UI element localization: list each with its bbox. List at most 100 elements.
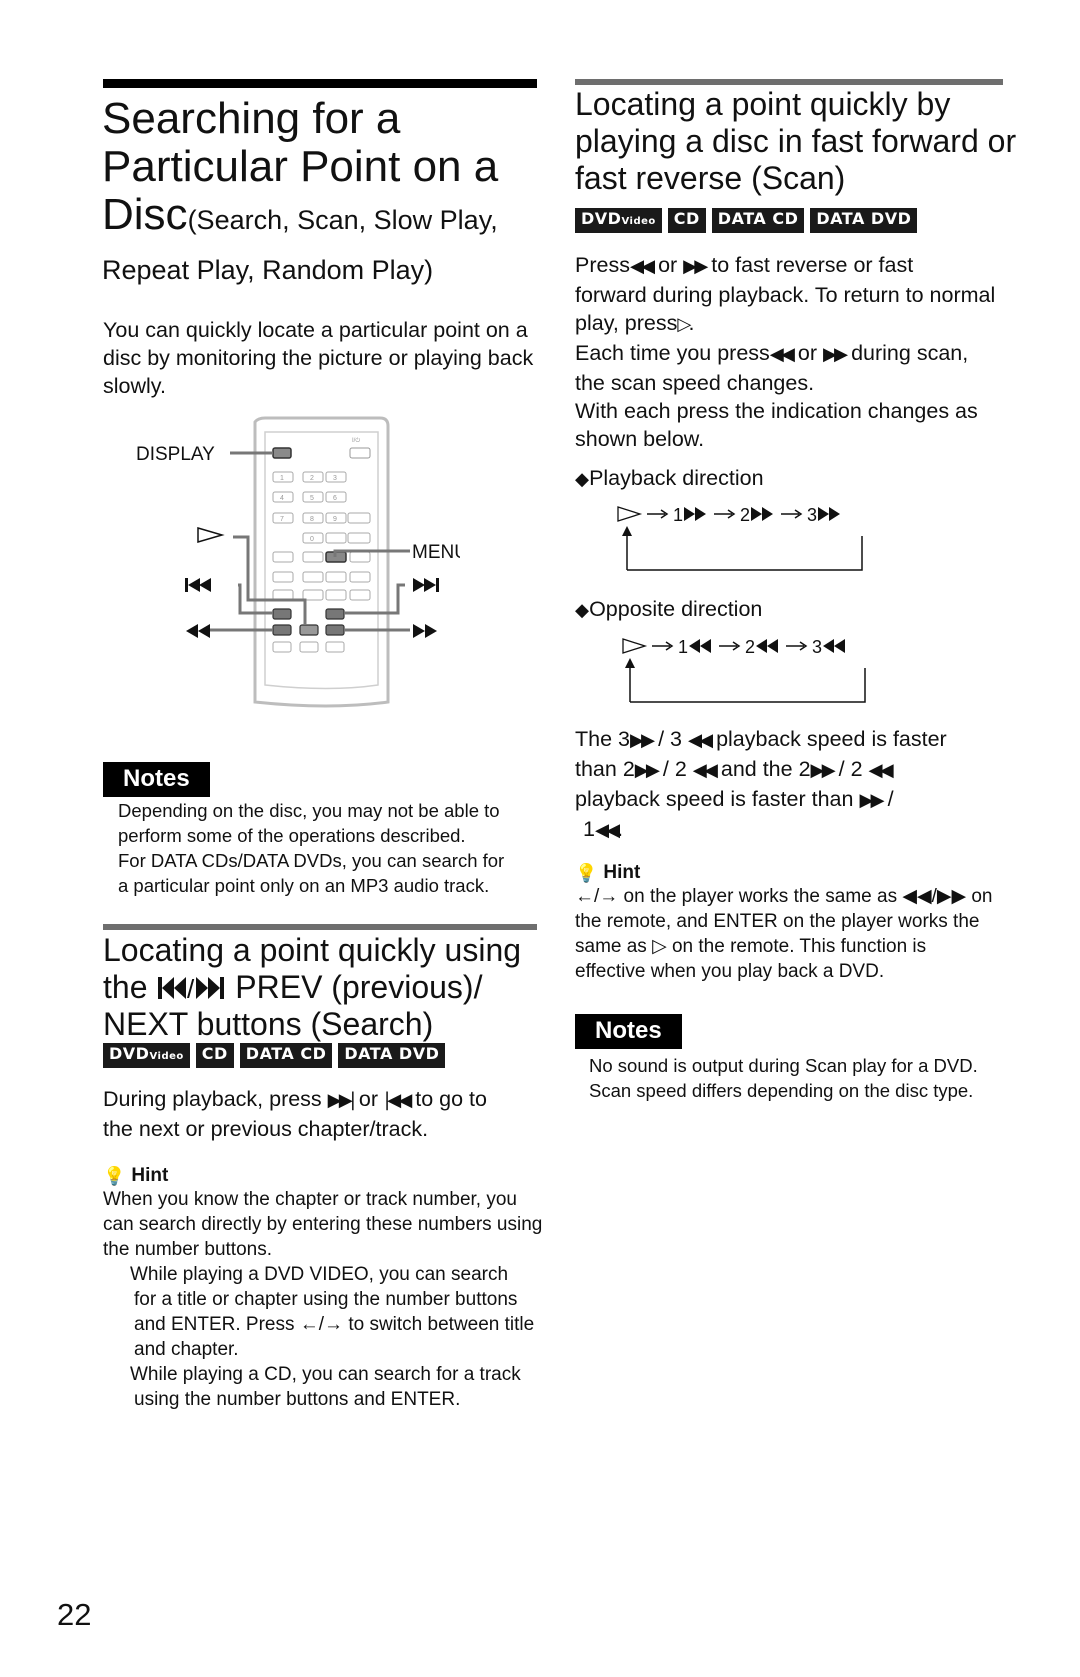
speed-step-label: 2 — [740, 505, 750, 525]
rewind-icon: ◀◀ — [692, 760, 718, 781]
badge-data-dvd: DATA DVD — [338, 1043, 446, 1068]
arrow-right-icon — [714, 509, 736, 519]
note-item: Depending on the disc, you may not be ab… — [118, 800, 500, 846]
svg-text:/: / — [187, 975, 195, 1001]
badge-dvd-video: DVDVideo — [103, 1043, 190, 1068]
remote-key — [349, 551, 371, 563]
remote-key — [349, 571, 371, 583]
stop-button — [325, 641, 345, 653]
number-key-label: 6 — [333, 495, 337, 502]
note-item: Scan speed differs depending on the disc… — [589, 1080, 974, 1101]
number-key-label: 9 — [333, 516, 337, 523]
hint-bullet: While playing a DVD VIDEO, you can searc… — [130, 1264, 535, 1360]
rewind-button — [272, 624, 292, 636]
badge-data-cd: DATA CD — [239, 1043, 333, 1068]
intro-line: slowly. — [103, 374, 166, 398]
intro-line: You can quickly locate a particular poin… — [103, 318, 528, 342]
lightbulb-icon: 💡 — [103, 1165, 126, 1186]
page-title: Searching for a Particular Point on a Di… — [102, 95, 562, 286]
fast-forward-icon — [818, 507, 840, 521]
notes-label: Notes — [575, 1014, 682, 1049]
opposite-direction-heading: ◆Opposite direction — [575, 597, 763, 621]
hint-bullet: While playing a CD, you can search for a… — [130, 1364, 521, 1410]
rewind-icon: ◀◀ — [769, 344, 795, 365]
remote-key — [325, 589, 347, 601]
up-key — [302, 551, 324, 563]
fast-forward-icon: ▶▶ — [859, 790, 884, 811]
prev-icon — [185, 578, 211, 592]
number-key-label: 8 — [310, 516, 314, 523]
speed-step-label: 3 — [807, 505, 817, 525]
arrow-right-icon — [786, 641, 808, 651]
volume-down-button — [347, 532, 371, 544]
play-icon — [617, 506, 643, 522]
ffwd-button — [325, 624, 345, 636]
prev-icon: |◀◀ — [384, 1090, 412, 1111]
play-icon — [197, 527, 225, 543]
badge-dvd-video: DVDVideo — [575, 208, 662, 233]
number-key-label: 2 — [310, 475, 314, 482]
speed-step-label: 3 — [812, 637, 822, 657]
right-key — [325, 571, 347, 583]
notes-list: Depending on the disc, you may not be ab… — [118, 798, 558, 898]
rewind-icon: ◀◀ — [687, 730, 713, 751]
remote-key — [272, 551, 294, 563]
page-number: 22 — [57, 1597, 92, 1632]
pause-button — [299, 641, 319, 653]
badge-data-cd: DATA CD — [711, 208, 805, 233]
volume-up-button — [347, 512, 371, 524]
arrow-right-icon — [719, 641, 741, 651]
power-button — [349, 447, 371, 459]
rewind-icon — [689, 639, 711, 653]
title-line-3-small: (Search, Scan, Slow Play, — [187, 205, 498, 235]
fast-forward-icon: ▶▶ — [629, 730, 655, 751]
disc-type-badges: DVDVideo CD DATA CD DATA DVD — [103, 1043, 446, 1068]
search-body: During playback, press ▶▶| or |◀◀ to go … — [103, 1087, 487, 1141]
slow-button — [272, 641, 292, 653]
power-label: I/⏻ — [352, 437, 360, 444]
number-key-label: 3 — [333, 475, 337, 482]
speed-explanation: The 3▶▶ / 3 ◀◀ playback speed is faster … — [575, 727, 947, 841]
notes-list: No sound is output during Scan play for … — [589, 1053, 1059, 1103]
number-key-label: 7 — [280, 516, 284, 523]
playback-direction-heading: ◆Playback direction — [575, 466, 764, 490]
badge-cd: CD — [195, 1043, 234, 1068]
speed-step-label: 2 — [745, 637, 755, 657]
fast-forward-icon: ▶▶ — [822, 344, 848, 365]
play-button — [299, 624, 319, 636]
diamond-icon: ◆ — [575, 600, 590, 621]
section-search-title: Locating a point quickly using the / PRE… — [103, 932, 522, 1042]
play-icon: ▷ — [677, 314, 691, 335]
arrow-right-icon — [647, 509, 669, 519]
fast-forward-icon — [413, 624, 437, 638]
badge-cd: CD — [667, 208, 706, 233]
section-rule — [103, 924, 537, 930]
rewind-icon — [186, 624, 210, 638]
left-key — [272, 571, 294, 583]
opposite-direction-diagram: 1 2 3 — [622, 637, 866, 703]
fast-forward-icon — [751, 507, 773, 521]
prev-next-icon: / — [158, 974, 225, 1004]
arrow-right-icon — [781, 509, 803, 519]
speed-step-label: 1 — [678, 637, 688, 657]
next-button — [325, 608, 345, 620]
rewind-icon: ◀◀ — [594, 820, 620, 841]
intro-line: disc by monitoring the picture or playin… — [103, 346, 534, 370]
section-rule — [575, 79, 1003, 85]
play-icon — [622, 638, 648, 654]
playback-direction-diagram: 1 2 3 — [617, 505, 863, 571]
speed-step-label: 1 — [673, 505, 683, 525]
menu-label: MENU — [412, 542, 460, 563]
rewind-icon — [756, 639, 778, 653]
next-icon — [413, 578, 439, 592]
arrow-right-icon — [652, 641, 674, 651]
title-line-1: Searching for a — [102, 94, 401, 143]
number-key-label: 1 — [280, 475, 284, 482]
title-line-3-big: Disc — [102, 190, 188, 239]
scan-body: Press◀◀ or ▶▶ to fast reverse or fast fo… — [575, 253, 996, 451]
diamond-icon: ◆ — [575, 469, 590, 490]
next-icon: ▶▶| — [327, 1090, 356, 1111]
hint-left: 💡 Hint When you know the chapter or track… — [103, 1165, 583, 1412]
fast-forward-icon: ▶▶ — [683, 256, 708, 277]
title-line-2: Particular Point on a — [102, 142, 499, 191]
